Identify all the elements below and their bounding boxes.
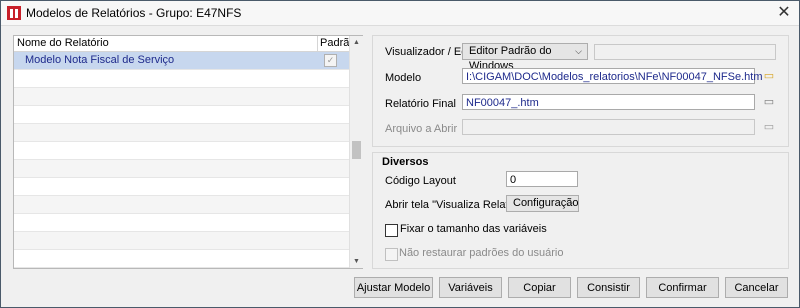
modelo-field[interactable]: I:\CIGAM\DOC\Modelos_relatorios\NFe\NF00…	[462, 68, 763, 84]
scroll-up-icon[interactable]: ▲	[350, 36, 363, 49]
empty-row	[14, 196, 349, 214]
layout-code-field[interactable]: 0	[506, 171, 578, 187]
check-button[interactable]: Consistir	[577, 277, 640, 298]
final-report-field[interactable]: NF00047_.htm	[462, 94, 755, 110]
modelo-label: Modelo	[385, 72, 422, 84]
scroll-down-icon[interactable]: ▼	[350, 255, 363, 268]
cancel-button[interactable]: Cancelar	[725, 277, 788, 298]
diversos-group: Diversos Código Layout 0 Abrir tela "Vis…	[372, 152, 789, 269]
row-name: Modelo Nota Fiscal de Serviço	[25, 54, 175, 66]
diversos-title: Diversos	[382, 156, 429, 168]
empty-row	[14, 70, 349, 88]
empty-row	[14, 178, 349, 196]
report-list: Nome do Relatório Padrão Modelo Nota Fis…	[13, 35, 363, 269]
column-header-name[interactable]: Nome do Relatório	[17, 37, 109, 49]
fix-size-checkbox[interactable]	[385, 224, 398, 237]
list-row[interactable]: Modelo Nota Fiscal de Serviço ✓	[14, 52, 349, 70]
empty-row	[14, 214, 349, 232]
empty-row	[14, 124, 349, 142]
empty-row	[14, 250, 349, 268]
file-settings-group: Visualizador / Editor Editor Padrão do W…	[372, 35, 789, 147]
dialog-window: Modelos de Relatórios - Grupo: E47NFS ✕ …	[0, 0, 800, 308]
final-report-label: Relatório Final	[385, 98, 456, 110]
fix-size-label[interactable]: Fixar o tamanho das variáveis	[400, 223, 547, 235]
empty-row	[14, 160, 349, 178]
list-header: Nome do Relatório Padrão	[14, 36, 355, 52]
chevron-down-icon: ⌵	[566, 198, 573, 208]
copy-button[interactable]: Copiar	[508, 277, 571, 298]
viewer-select[interactable]: Editor Padrão do Windows ⌵	[462, 43, 588, 72]
chevron-down-icon: ⌵	[575, 46, 582, 56]
open-file-label: Arquivo a Abrir	[385, 123, 458, 135]
file-browse-icon[interactable]: ▭	[761, 95, 777, 109]
file-browse-icon: ▭	[763, 121, 775, 133]
variables-button[interactable]: Variáveis	[439, 277, 502, 298]
no-restore-checkbox	[385, 248, 398, 261]
adjust-model-button[interactable]: Ajustar Modelo	[354, 277, 433, 298]
close-icon[interactable]: ✕	[775, 4, 793, 22]
list-rows: Modelo Nota Fiscal de Serviço ✓	[14, 52, 349, 268]
default-checkbox[interactable]: ✓	[324, 54, 337, 67]
open-screen-select[interactable]: Configuração ⌵	[506, 195, 579, 212]
vertical-scrollbar[interactable]: ▲ ▼	[349, 36, 363, 268]
column-divider[interactable]	[317, 36, 318, 51]
confirm-button[interactable]: Confirmar	[646, 277, 719, 298]
empty-row	[14, 106, 349, 124]
empty-row	[14, 88, 349, 106]
scroll-thumb[interactable]	[352, 141, 361, 159]
open-file-field	[462, 119, 755, 135]
empty-row	[14, 142, 349, 160]
folder-icon[interactable]: ▭	[761, 69, 777, 83]
app-icon	[7, 6, 21, 20]
empty-row	[14, 232, 349, 250]
layout-code-label: Código Layout	[385, 175, 456, 187]
viewer-extra-field	[594, 44, 776, 60]
no-restore-label: Não restaurar padrões do usuário	[399, 247, 564, 259]
window-title: Modelos de Relatórios - Grupo: E47NFS	[26, 6, 242, 20]
title-bar: Modelos de Relatórios - Grupo: E47NFS ✕	[1, 1, 799, 26]
